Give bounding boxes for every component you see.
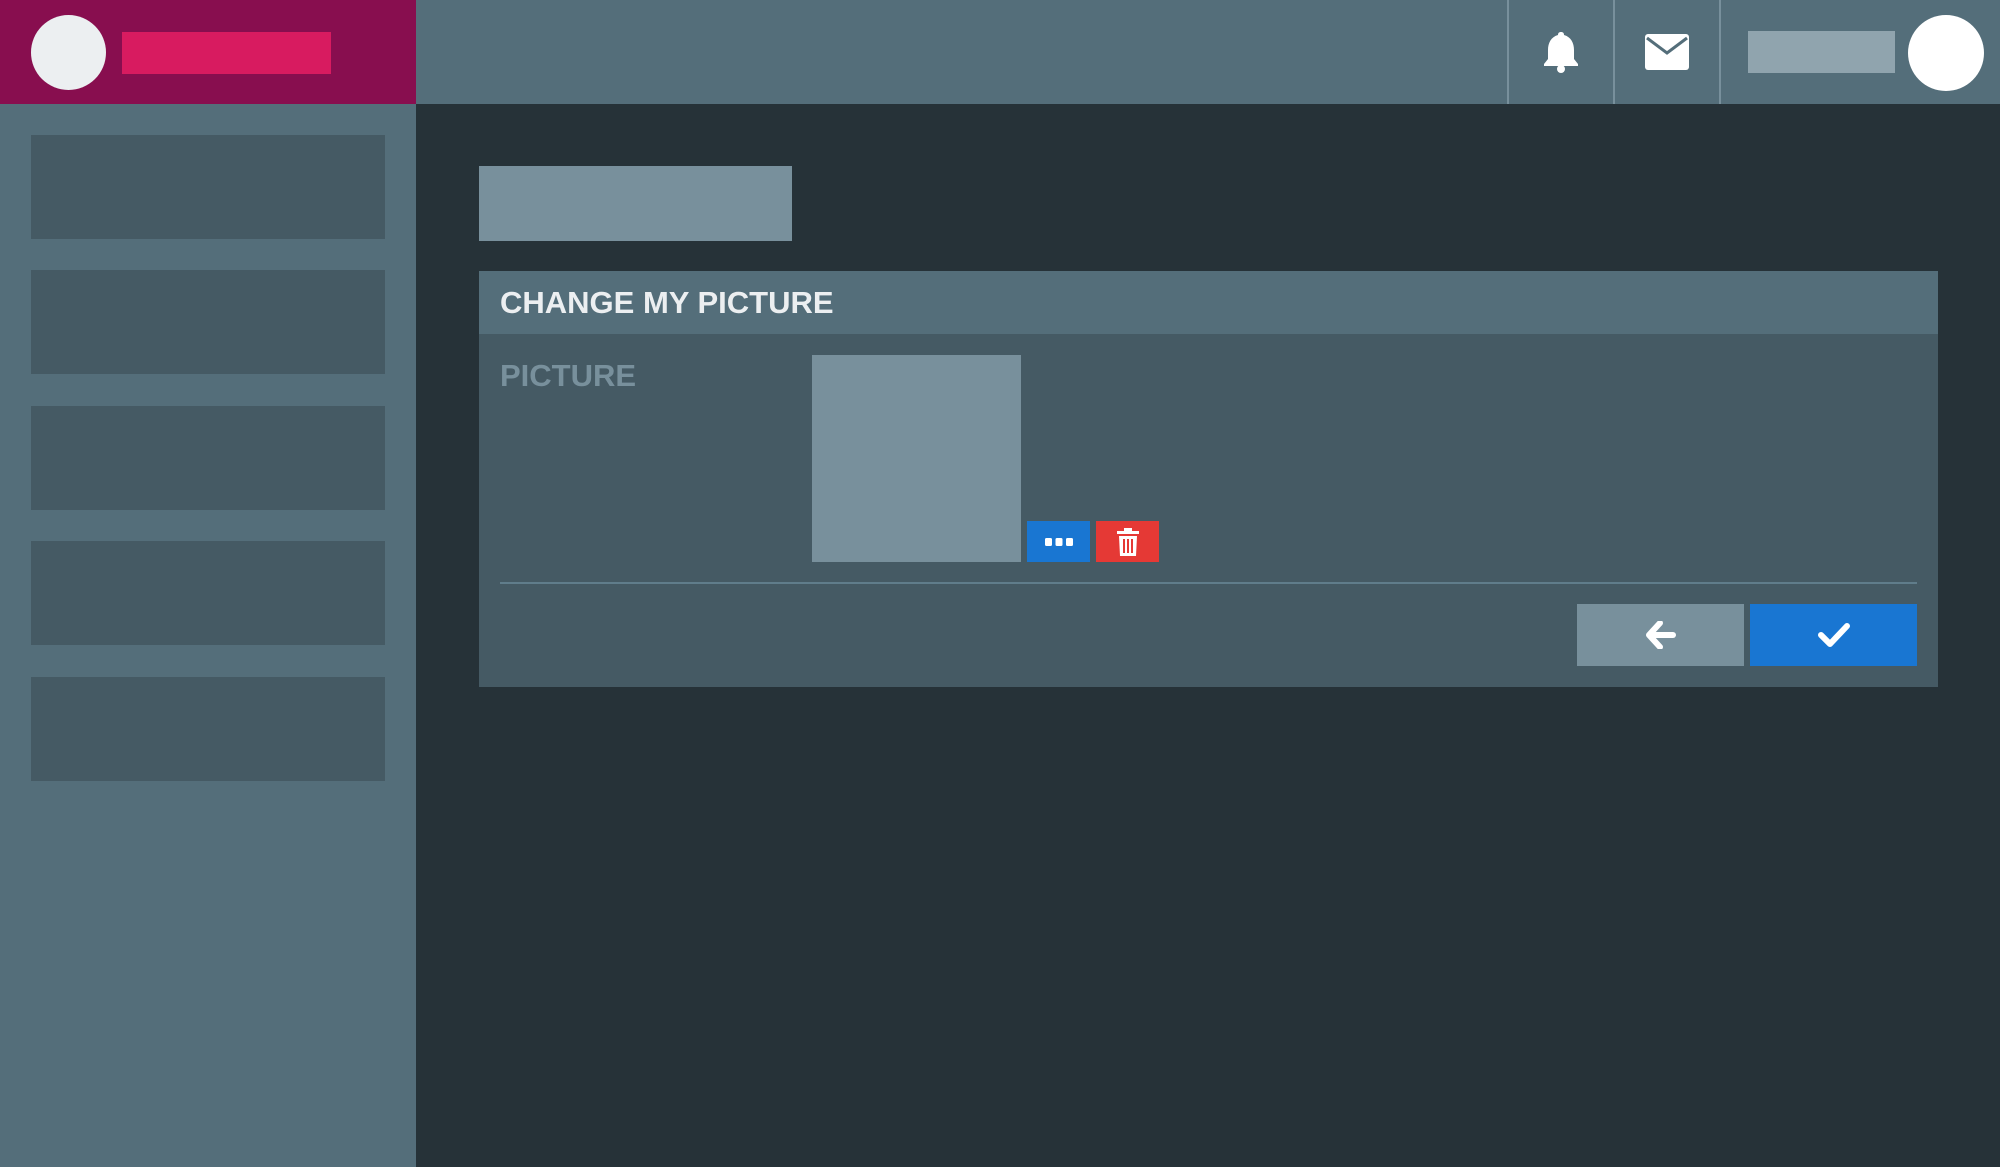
brand-logo-placeholder[interactable] xyxy=(122,32,331,74)
sidebar-item-3[interactable] xyxy=(31,406,385,510)
sidebar-item-2[interactable] xyxy=(31,270,385,374)
brand-avatar xyxy=(31,15,106,90)
change-picture-card: CHANGE MY PICTURE PICTURE xyxy=(479,271,1938,687)
envelope-icon xyxy=(1645,34,1689,70)
arrow-left-icon xyxy=(1645,621,1676,649)
delete-picture-button[interactable] xyxy=(1096,521,1159,562)
notifications-button[interactable] xyxy=(1507,0,1613,104)
bell-icon xyxy=(1544,32,1578,73)
card-divider xyxy=(500,582,1917,584)
card-header: CHANGE MY PICTURE xyxy=(479,271,1938,334)
topbar-divider xyxy=(1719,0,1721,104)
sidebar-item-1[interactable] xyxy=(31,135,385,239)
trash-icon xyxy=(1116,527,1139,556)
picture-preview[interactable] xyxy=(812,355,1021,562)
topbar xyxy=(416,0,2000,104)
messages-button[interactable] xyxy=(1613,0,1719,104)
sidebar-item-5[interactable] xyxy=(31,677,385,781)
confirm-button[interactable] xyxy=(1750,604,1917,666)
picture-label: PICTURE xyxy=(500,358,637,393)
ellipsis-icon xyxy=(1044,537,1073,546)
user-avatar[interactable] xyxy=(1908,15,1984,91)
back-button[interactable] xyxy=(1577,604,1744,666)
page-title-placeholder xyxy=(479,166,792,241)
brand-area xyxy=(0,0,416,104)
user-name-placeholder[interactable] xyxy=(1748,31,1895,73)
sidebar xyxy=(0,104,416,1167)
check-icon xyxy=(1817,623,1850,647)
card-title: CHANGE MY PICTURE xyxy=(500,285,834,320)
browse-picture-button[interactable] xyxy=(1027,521,1090,562)
sidebar-item-4[interactable] xyxy=(31,541,385,645)
